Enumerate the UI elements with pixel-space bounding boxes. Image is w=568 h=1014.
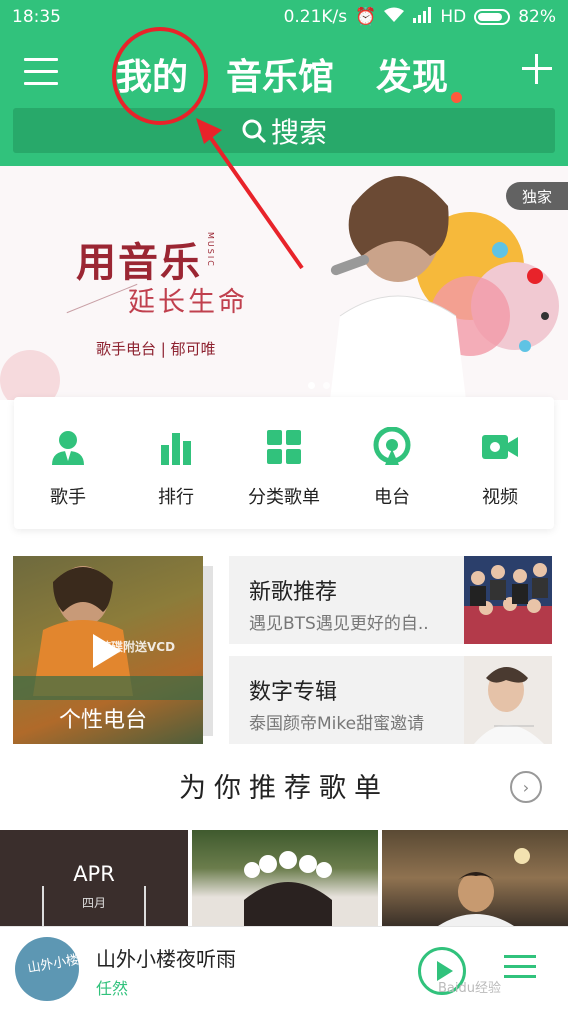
- banner[interactable]: 用音乐 MUSIC 延长生命 歌手电台 | 郁可唯 独家: [0, 166, 568, 400]
- network-speed: 0.21K/s: [283, 7, 348, 27]
- banner-side-text: MUSIC: [206, 232, 215, 268]
- category-video[interactable]: 视频: [446, 427, 554, 509]
- singer-icon: [52, 431, 84, 465]
- category-label: 视频: [482, 487, 518, 508]
- category-card: 歌手 排行 分类歌单 电台 视频: [14, 397, 554, 529]
- radio-cover-text: 随碟附送VCD: [99, 640, 176, 654]
- status-time: 18:35: [12, 7, 61, 27]
- alarm-icon: ⏰: [355, 7, 377, 27]
- playlist-month: APR: [42, 862, 146, 886]
- category-label: 分类歌单: [248, 487, 320, 508]
- digital-album-thumbnail: [464, 656, 552, 744]
- digital-album-title: 数字专辑: [249, 680, 338, 705]
- category-chart[interactable]: 排行: [122, 427, 230, 509]
- playlist-item[interactable]: [382, 830, 568, 926]
- battery-icon: [474, 9, 511, 25]
- battery-level: 82%: [518, 7, 556, 27]
- playlist-item[interactable]: APR 四月: [0, 830, 188, 926]
- playlist-icon[interactable]: [504, 955, 536, 983]
- playlist-cover: [438, 848, 530, 926]
- category-label: 歌手: [50, 487, 86, 508]
- recommend-section-title: 为你推荐歌单: [179, 773, 389, 804]
- song-title: 山外小楼夜听雨: [96, 947, 236, 971]
- banner-caption: 歌手电台 | 郁可唯: [96, 340, 216, 358]
- signal-icon: [412, 6, 432, 28]
- category-icon: [267, 430, 301, 464]
- tab-music-hall[interactable]: 音乐馆: [226, 48, 334, 100]
- menu-icon[interactable]: [24, 58, 58, 88]
- notification-dot: [451, 92, 462, 103]
- category-singer[interactable]: 歌手: [14, 427, 122, 509]
- radio-icon: [373, 426, 411, 465]
- song-artist: 任然: [96, 979, 129, 998]
- banner-indicator: [308, 382, 375, 389]
- category-radio[interactable]: 电台: [338, 426, 446, 509]
- personal-radio-tile[interactable]: 随碟附送VCD 个性电台: [13, 556, 203, 744]
- exclusive-badge: 独家: [506, 182, 568, 210]
- video-icon: [482, 435, 518, 459]
- new-songs-card[interactable]: 新歌推荐 遇见BTS遇见更好的自..: [229, 556, 552, 644]
- search-icon: [242, 119, 267, 143]
- search-label: 搜索: [270, 115, 327, 149]
- personal-radio-label: 个性电台: [59, 708, 148, 733]
- tab-discover[interactable]: 发现: [376, 48, 448, 100]
- digital-album-card[interactable]: 数字专辑 泰国颜帝Mike甜蜜邀请: [229, 656, 552, 744]
- app-header: 我的 音乐馆 发现 搜索: [0, 34, 568, 166]
- tile-shadow: [203, 566, 213, 736]
- category-label: 排行: [158, 487, 194, 508]
- new-songs-title: 新歌推荐: [249, 580, 338, 605]
- wifi-icon: [384, 7, 405, 28]
- watermark: Baidu经验: [438, 981, 501, 996]
- add-icon[interactable]: [522, 54, 552, 84]
- category-playlist[interactable]: 分类歌单: [230, 427, 338, 509]
- album-art[interactable]: 山外小楼: [15, 937, 79, 1001]
- chevron-right-icon[interactable]: ›: [510, 771, 542, 803]
- new-songs-subtitle: 遇见BTS遇见更好的自..: [249, 614, 429, 634]
- playlist-month-cn: 四月: [81, 896, 106, 910]
- search-bar[interactable]: 搜索: [13, 108, 555, 153]
- new-songs-thumbnail: [464, 556, 552, 644]
- network-type: HD: [440, 7, 467, 27]
- category-label: 电台: [374, 487, 410, 508]
- playlist-cover: [244, 851, 332, 926]
- chart-icon: [161, 433, 191, 465]
- tab-mine[interactable]: 我的: [116, 48, 188, 100]
- status-bar: 18:35 0.21K/s ⏰ HD 82%: [0, 0, 568, 34]
- banner-subtitle: 延长生命: [128, 287, 248, 318]
- album-art-text: 山外小楼: [26, 952, 79, 977]
- digital-album-subtitle: 泰国颜帝Mike甜蜜邀请: [249, 714, 425, 734]
- mini-player[interactable]: 山外小楼 山外小楼夜听雨 任然 Baidu经验: [0, 926, 568, 1014]
- playlist-item[interactable]: [192, 830, 378, 926]
